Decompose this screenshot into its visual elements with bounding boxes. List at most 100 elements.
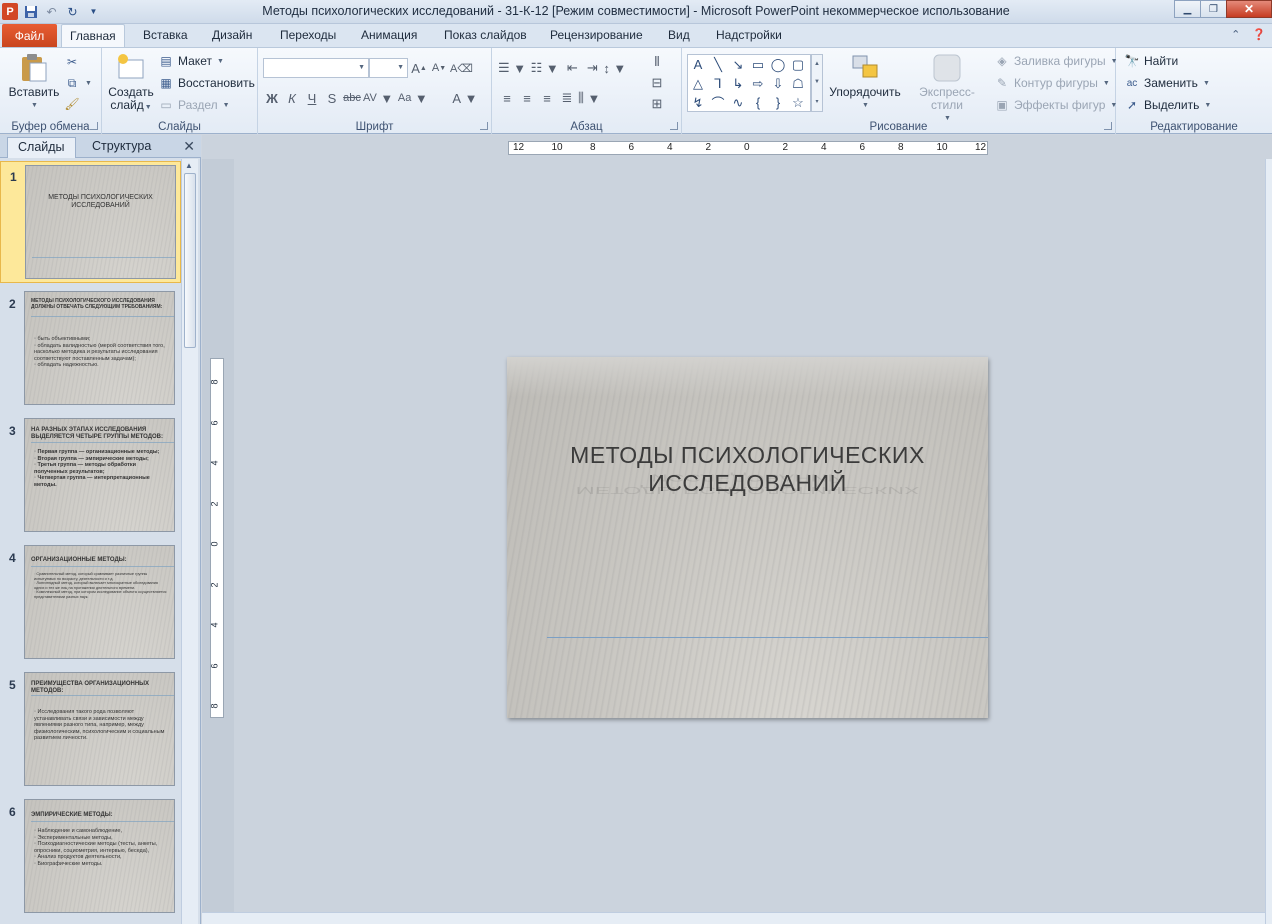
left-brace-icon[interactable]: {: [756, 95, 760, 110]
align-center-icon[interactable]: ≡: [518, 88, 536, 108]
elbow-arrow-icon[interactable]: ↳: [733, 76, 744, 92]
italic-icon[interactable]: К: [283, 88, 301, 108]
font-group-label: Шрифт: [355, 121, 394, 133]
font-size-field[interactable]: ▼: [369, 58, 408, 78]
freeform-shape-icon[interactable]: ☖: [792, 76, 804, 92]
shadow-icon[interactable]: S: [323, 88, 341, 108]
new-slide-button[interactable]: Создать слайд▼: [108, 52, 154, 114]
align-left-icon[interactable]: ≡: [498, 88, 516, 108]
select-button[interactable]: ➚ Выделить ▼: [1124, 97, 1211, 113]
layout-button[interactable]: ▤ Макет ▼: [158, 53, 224, 69]
oval-shape-icon[interactable]: ◯: [771, 57, 786, 73]
slide-thumbnail-2[interactable]: 2 МЕТОДЫ ПСИХОЛОГИЧЕСКОГО ИССЛЕДОВАНИЯ Д…: [0, 291, 181, 409]
strikethrough-icon[interactable]: abc: [343, 88, 361, 108]
font-name-field[interactable]: ▼: [263, 58, 369, 78]
shape-outline-button[interactable]: ✎ Контур фигуры ▼: [994, 75, 1110, 91]
tab-animation[interactable]: Анимация: [361, 28, 417, 42]
tab-view[interactable]: Вид: [668, 28, 690, 42]
help-icon[interactable]: ❓: [1252, 28, 1266, 41]
rectangle-shape-icon[interactable]: ▭: [752, 57, 764, 73]
tab-design[interactable]: Дизайн: [212, 28, 252, 42]
grow-font-icon[interactable]: A ▲: [410, 58, 428, 78]
shrink-font-icon[interactable]: A ▼: [430, 58, 448, 78]
cursor-arrow-icon: ➚: [1126, 98, 1138, 112]
triangle-shape-icon[interactable]: △: [693, 76, 703, 92]
slide-thumbnail-5[interactable]: 5 ПРЕИМУЩЕСТВА ОРГАНИЗАЦИОННЫХ МЕТОДОВ: …: [0, 672, 181, 790]
slide-thumbnail-6[interactable]: 6 ЭМПИРИЧЕСКИЕ МЕТОДЫ: Наблюдение и само…: [0, 799, 181, 917]
tab-slideshow[interactable]: Показ слайдов: [444, 28, 527, 42]
clipboard-group: Вставить ▼ ✂ ⧉ ▼ 🖌 Буфер обмена: [0, 48, 102, 134]
drawing-launcher-icon[interactable]: [1104, 122, 1112, 130]
shapes-gallery-scroll[interactable]: ▲ ▼ ▾: [811, 54, 823, 112]
align-right-icon[interactable]: ≡: [538, 88, 556, 108]
change-case-icon[interactable]: Aa ▼: [398, 88, 430, 108]
elbow-connector-icon[interactable]: ⅂: [714, 76, 721, 92]
char-spacing-icon[interactable]: AV ▼: [363, 88, 396, 108]
current-slide[interactable]: МЕТОДЫ ПСИХОЛОГИЧЕСКИХ ИССЛЕДОВАНИЙ МЕТО…: [507, 357, 988, 718]
reset-button[interactable]: ▦ Восстановить: [158, 75, 255, 91]
find-button[interactable]: 🔭 Найти: [1124, 53, 1179, 69]
tab-home[interactable]: Главная: [61, 24, 125, 48]
editor-horizontal-scrollbar[interactable]: [202, 912, 1265, 924]
section-button[interactable]: ▭ Раздел ▼: [158, 97, 229, 113]
clipboard-launcher-icon[interactable]: [90, 122, 98, 130]
arrow-line-shape-icon[interactable]: ↘: [733, 57, 744, 73]
font-color-icon[interactable]: A ▼: [452, 88, 480, 108]
copy-icon[interactable]: ⧉: [64, 75, 80, 91]
columns-icon[interactable]: ⫼ ▼: [578, 88, 603, 108]
minimize-ribbon-icon[interactable]: ⌃: [1231, 28, 1240, 41]
quick-styles-button[interactable]: Экспресс-стили ▼: [904, 52, 990, 125]
slide-thumbnail-3[interactable]: 3 НА РАЗНЫХ ЭТАПАХ ИССЛЕДОВАНИЯ ВЫДЕЛЯЕТ…: [0, 418, 181, 536]
numbering-icon[interactable]: ☷ ▼: [531, 58, 562, 78]
minimize-icon[interactable]: ▁: [1174, 0, 1201, 18]
down-arrow-shape-icon[interactable]: ⇩: [773, 76, 784, 92]
tab-outline[interactable]: Структура: [82, 137, 161, 158]
scrollbar-thumb[interactable]: [184, 173, 196, 348]
align-text-icon[interactable]: ⊟: [648, 73, 666, 93]
clear-formatting-icon[interactable]: A⌫: [450, 58, 473, 78]
text-direction-icon[interactable]: ⫴: [648, 52, 666, 72]
justify-icon[interactable]: ≣: [558, 88, 576, 108]
tab-addins[interactable]: Надстройки: [716, 28, 782, 42]
shapes-gallery[interactable]: A ╲ ↘ ▭ ◯ ▢ △ ⅂ ↳ ⇨ ⇩ ☖ ↯ ⌒ ∿ { } ☆: [687, 54, 811, 112]
curved-connector-icon[interactable]: ↯: [693, 95, 704, 111]
editor-vertical-scrollbar[interactable]: [1265, 159, 1272, 924]
line-spacing-icon[interactable]: ↕ ▼: [603, 58, 629, 78]
tab-file[interactable]: Файл: [2, 24, 57, 47]
font-launcher-icon[interactable]: [480, 122, 488, 130]
right-brace-icon[interactable]: }: [776, 95, 780, 110]
decrease-indent-icon[interactable]: ⇤: [563, 58, 581, 78]
ruler-v-label: 8: [209, 379, 220, 385]
right-arrow-shape-icon[interactable]: ⇨: [753, 76, 764, 92]
bold-icon[interactable]: Ж: [263, 88, 281, 108]
paste-button[interactable]: Вставить ▼: [8, 52, 60, 112]
tab-insert[interactable]: Вставка: [143, 28, 188, 42]
star-shape-icon[interactable]: ☆: [792, 95, 804, 111]
cut-icon[interactable]: ✂: [64, 54, 80, 70]
smartart-icon[interactable]: ⊞: [648, 94, 666, 114]
tab-slides[interactable]: Слайды: [7, 137, 76, 158]
scroll-up-icon[interactable]: ▲: [185, 161, 193, 170]
close-panel-icon[interactable]: ✕: [183, 138, 195, 155]
arrange-button[interactable]: Упорядочить ▼: [828, 52, 902, 112]
format-painter-icon[interactable]: 🖌: [64, 96, 80, 112]
underline-icon[interactable]: Ч: [303, 88, 321, 108]
thumbnails-scrollbar[interactable]: ▲: [181, 159, 198, 924]
shape-effects-button[interactable]: ▣ Эффекты фигур ▼: [994, 97, 1117, 113]
slide-thumbnail-4[interactable]: 4 ОРГАНИЗАЦИОННЫЕ МЕТОДЫ: Сравнительный …: [0, 545, 181, 663]
tab-transitions[interactable]: Переходы: [280, 28, 336, 42]
bullets-icon[interactable]: ☰ ▼: [498, 58, 529, 78]
replace-button[interactable]: ac Заменить ▼: [1124, 75, 1210, 91]
paragraph-launcher-icon[interactable]: [670, 122, 678, 130]
close-window-icon[interactable]: ✕: [1226, 0, 1272, 18]
wave-shape-icon[interactable]: ∿: [733, 95, 744, 111]
textbox-shape-icon[interactable]: A: [694, 57, 703, 72]
tab-review[interactable]: Рецензирование: [550, 28, 643, 42]
rounded-rect-shape-icon[interactable]: ▢: [792, 57, 804, 73]
restore-icon[interactable]: ❐: [1200, 0, 1227, 18]
slide-thumbnail-1[interactable]: 1 МЕТОДЫ ПСИХОЛОГИЧЕСКИХ ИССЛЕДОВАНИЙ: [0, 161, 181, 283]
shape-fill-button[interactable]: ◈ Заливка фигуры ▼: [994, 53, 1117, 69]
line-shape-icon[interactable]: ╲: [714, 57, 722, 73]
increase-indent-icon[interactable]: ⇥: [583, 58, 601, 78]
curve-shape-icon[interactable]: ⌒: [711, 93, 724, 112]
